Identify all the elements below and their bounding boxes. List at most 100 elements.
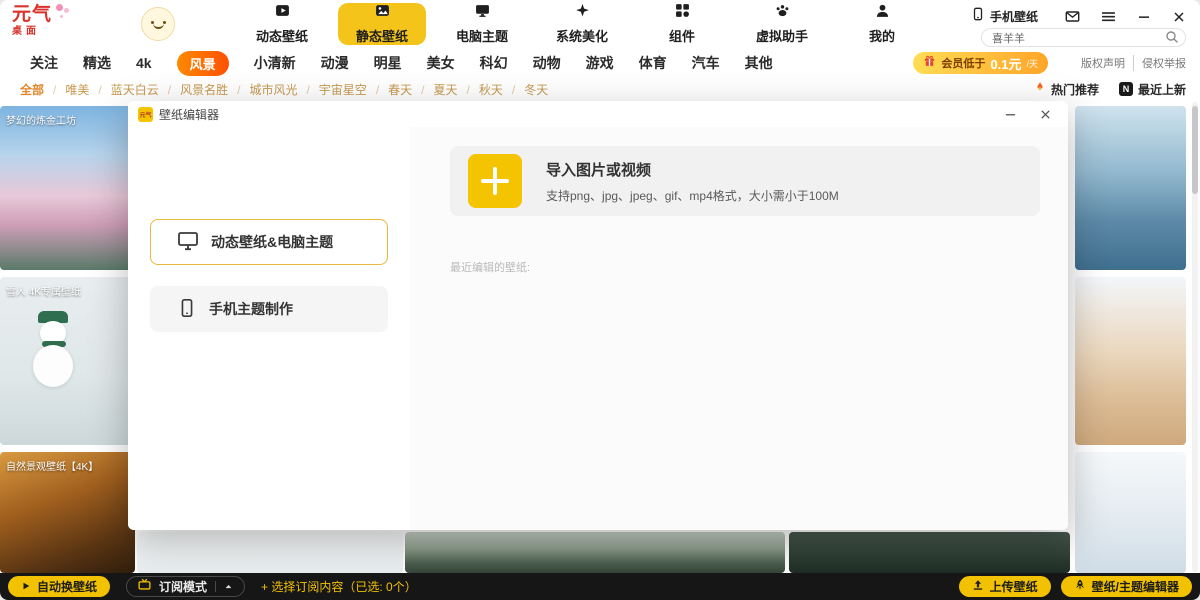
paw-icon: [775, 3, 790, 23]
monitor-icon: [177, 230, 199, 255]
subcategory-scenic-spots[interactable]: 风景名胜: [180, 81, 249, 98]
upload-title: 导入图片或视频: [546, 159, 839, 180]
subcategory-spring[interactable]: 春天: [388, 81, 433, 98]
category-beauty[interactable]: 美女: [427, 53, 455, 73]
snowman-body-shape: [33, 345, 73, 387]
rocket-icon: [1074, 579, 1086, 594]
hot-recommend-label: 热门推荐: [1051, 81, 1099, 98]
user-avatar[interactable]: [141, 7, 175, 41]
subcategory-aesthetic[interactable]: 唯美: [65, 81, 110, 98]
select-subscribe-content-link[interactable]: + 选择订阅内容（已选: 0个）: [261, 578, 417, 595]
modal-window-controls: [1004, 108, 1058, 121]
user-icon: [875, 3, 890, 23]
subcategory-winter[interactable]: 冬天: [524, 81, 548, 98]
scrollbar-track[interactable]: [1192, 102, 1198, 572]
recent-new-label: 最近上新: [1138, 81, 1186, 98]
wallpaper-thumb-snow[interactable]: [1075, 452, 1186, 573]
upload-wallpaper-button[interactable]: 上传壁纸: [959, 576, 1051, 597]
menu-icon[interactable]: [1101, 9, 1116, 24]
tab-dynamic-wallpaper-pc-theme[interactable]: 动态壁纸&电脑主题: [150, 219, 388, 265]
wallpaper-editor-modal: 元气 壁纸编辑器 动态壁纸&电脑主题 手机主题制作: [128, 101, 1068, 530]
nav-item-static-wallpaper[interactable]: 静态壁纸: [338, 3, 426, 45]
category-list: 关注 精选 4k 风景 小清新 动漫 明星 美女 科幻 动物 游戏 体育 汽车 …: [30, 48, 773, 78]
search-input[interactable]: [981, 28, 1186, 47]
modal-sidebar: 动态壁纸&电脑主题 手机主题制作: [128, 127, 410, 530]
mobile-wallpaper-button[interactable]: 手机壁纸: [971, 7, 1038, 26]
search-icon[interactable]: [1165, 30, 1179, 49]
category-4k[interactable]: 4k: [136, 55, 152, 71]
modal-close-icon[interactable]: [1039, 108, 1052, 121]
upload-icon: [972, 579, 984, 594]
import-dropzone[interactable]: 导入图片或视频 支持png、jpg、jpeg、gif、mp4格式，大小需小于10…: [450, 146, 1040, 216]
category-anime[interactable]: 动漫: [321, 53, 349, 73]
wallpaper-thumb[interactable]: [137, 532, 403, 573]
subscribe-mode-dropdown[interactable]: 订阅模式: [126, 576, 245, 597]
wallpaper-thumb-alchemy[interactable]: 梦幻的炼金工坊: [0, 106, 135, 270]
category-star[interactable]: 明星: [374, 53, 402, 73]
editor-button-label: 壁纸/主题编辑器: [1092, 578, 1179, 595]
search-bar: [981, 28, 1186, 47]
close-icon[interactable]: [1172, 10, 1186, 24]
subcategory-autumn[interactable]: 秋天: [479, 81, 524, 98]
subcategory-cityscape[interactable]: 城市风光: [249, 81, 318, 98]
auto-change-wallpaper-button[interactable]: 自动换壁纸: [8, 576, 110, 597]
wallpaper-thumb-autumn[interactable]: 自然景观壁纸【4K】: [0, 452, 135, 573]
wallpaper-thumb-winter-trees[interactable]: [1075, 277, 1186, 445]
category-sport[interactable]: 体育: [639, 53, 667, 73]
nav-label: 静态壁纸: [356, 26, 408, 45]
category-fresh[interactable]: 小清新: [254, 53, 296, 73]
copyright-link[interactable]: 版权声明: [1081, 55, 1125, 71]
modal-main-area: 导入图片或视频 支持png、jpg、jpeg、gif、mp4格式，大小需小于10…: [410, 127, 1068, 530]
vip-price-text: 0.1元: [990, 54, 1021, 73]
plus-icon[interactable]: [468, 154, 522, 208]
logo-petal-decoration: [56, 4, 63, 11]
wallpaper-thumb-snowman[interactable]: 雪人 4K专属壁纸: [0, 277, 135, 445]
subcategory-summer[interactable]: 夏天: [434, 81, 479, 98]
category-scifi[interactable]: 科幻: [480, 53, 508, 73]
mobile-wallpaper-label: 手机壁纸: [990, 8, 1038, 25]
category-other[interactable]: 其他: [745, 53, 773, 73]
category-car[interactable]: 汽车: [692, 53, 720, 73]
subcategory-sky-clouds[interactable]: 蓝天白云: [111, 81, 180, 98]
wallpaper-thumb-pines[interactable]: [789, 532, 1070, 573]
sparkle-icon: [575, 3, 590, 23]
wallpaper-theme-editor-button[interactable]: 壁纸/主题编辑器: [1061, 576, 1192, 597]
app-window: 元气 桌面 动态壁纸 静态壁纸 电脑主题 系统美化: [0, 0, 1200, 600]
new-badge-icon: N: [1119, 82, 1133, 96]
subcategory-bar: 全部 唯美 蓝天白云 风景名胜 城市风光 宇宙星空 春天 夏天 秋天 冬天 热门…: [0, 78, 1200, 100]
recent-edited-label: 最近编辑的壁纸:: [450, 259, 530, 275]
upload-wallpaper-label: 上传壁纸: [990, 578, 1038, 595]
nav-item-mine[interactable]: 我的: [838, 3, 926, 45]
message-icon[interactable]: [1065, 9, 1080, 24]
tab-mobile-theme-maker[interactable]: 手机主题制作: [150, 286, 388, 332]
nav-label: 虚拟助手: [756, 26, 808, 45]
recent-new-button[interactable]: N 最近上新: [1119, 81, 1186, 98]
subcategory-space[interactable]: 宇宙星空: [319, 81, 388, 98]
category-landscape[interactable]: 风景: [177, 51, 229, 76]
category-follow[interactable]: 关注: [30, 53, 58, 73]
upload-hint: 支持png、jpg、jpeg、gif、mp4格式，大小需小于100M: [546, 187, 839, 204]
scrollbar-thumb[interactable]: [1192, 106, 1198, 194]
nav-item-system-beautify[interactable]: 系统美化: [538, 3, 626, 45]
nav-item-widgets[interactable]: 组件: [638, 3, 726, 45]
logo-text-line2: 桌面: [12, 27, 52, 37]
nav-label: 动态壁纸: [256, 26, 308, 45]
nav-item-pc-theme[interactable]: 电脑主题: [438, 3, 526, 45]
report-link[interactable]: 侵权举报: [1133, 55, 1186, 71]
wallpaper-thumb-sea[interactable]: [1075, 106, 1186, 270]
hot-recommend-button[interactable]: 热门推荐: [1034, 80, 1099, 98]
modal-titlebar: 元气 壁纸编辑器: [128, 101, 1068, 127]
caret-up-icon: [224, 578, 233, 596]
vip-suffix-text: /天: [1026, 57, 1038, 70]
wallpaper-thumb-forest[interactable]: [405, 532, 785, 573]
nav-item-dynamic-wallpaper[interactable]: 动态壁纸: [238, 3, 326, 45]
phone-icon: [971, 7, 985, 26]
category-featured[interactable]: 精选: [83, 53, 111, 73]
category-animal[interactable]: 动物: [533, 53, 561, 73]
modal-minimize-icon[interactable]: [1004, 108, 1017, 121]
minimize-icon[interactable]: [1137, 10, 1151, 24]
subcategory-all[interactable]: 全部: [20, 81, 65, 98]
nav-item-virtual-assistant[interactable]: 虚拟助手: [738, 3, 826, 45]
vip-promo-badge[interactable]: 会员低于 0.1元 /天: [913, 52, 1048, 74]
category-game[interactable]: 游戏: [586, 53, 614, 73]
